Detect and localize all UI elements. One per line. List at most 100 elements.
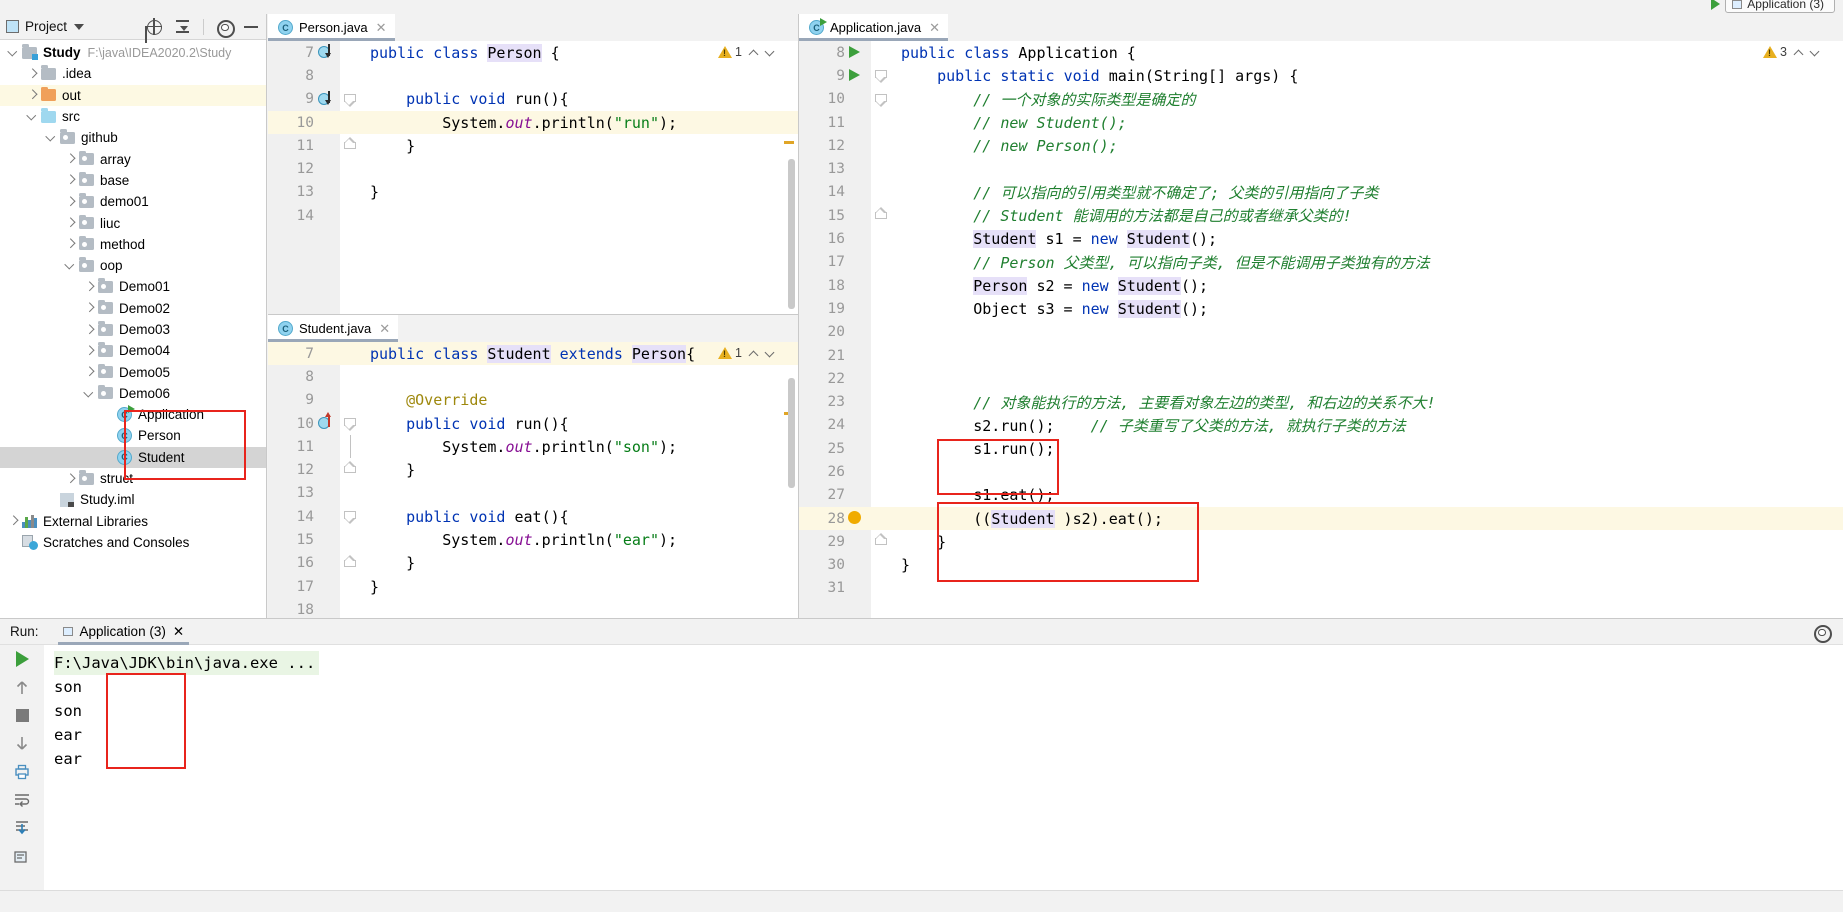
- gutter-marker[interactable]: [314, 482, 340, 505]
- warning-badge[interactable]: 3: [1763, 45, 1787, 59]
- stop-icon[interactable]: [15, 709, 29, 722]
- gutter-marker[interactable]: [314, 181, 340, 204]
- locate-icon[interactable]: [145, 18, 162, 35]
- gutter-marker[interactable]: [845, 88, 871, 111]
- chevron-right-icon[interactable]: [65, 240, 74, 249]
- tree-item-study-iml[interactable]: Study.iml: [0, 489, 266, 510]
- chevron-down-icon[interactable]: [8, 48, 17, 57]
- gutter-marker[interactable]: [845, 390, 871, 413]
- fold-marker[interactable]: [340, 41, 362, 64]
- tree-item-liuc[interactable]: liuc: [0, 212, 266, 233]
- code-line[interactable]: 9 public void run(){: [268, 88, 798, 111]
- gutter-marker[interactable]: [845, 181, 871, 204]
- gutter-marker[interactable]: [314, 505, 340, 528]
- code-line[interactable]: 21: [799, 344, 1843, 367]
- run-gutter-icon[interactable]: [849, 69, 860, 82]
- warning-badge[interactable]: 1: [718, 45, 742, 59]
- code-line[interactable]: 10 // 一个对象的实际类型是确定的: [799, 88, 1843, 111]
- chevron-down-icon[interactable]: [65, 261, 74, 270]
- gutter-marker[interactable]: [314, 134, 340, 157]
- fold-marker[interactable]: [340, 181, 362, 204]
- fold-marker[interactable]: [871, 460, 893, 483]
- gutter-marker[interactable]: [845, 554, 871, 577]
- code-line[interactable]: 29 }: [799, 530, 1843, 553]
- gutter-marker[interactable]: [314, 41, 340, 64]
- fold-marker[interactable]: [871, 111, 893, 134]
- fold-marker[interactable]: [871, 88, 893, 111]
- run-console[interactable]: F:\Java\JDK\bin\java.exe ... son son ear ear…: [44, 645, 1843, 912]
- chevron-right-icon[interactable]: [65, 176, 74, 185]
- fold-end-icon[interactable]: [344, 461, 356, 474]
- fold-marker[interactable]: [871, 577, 893, 600]
- tree-item-oop[interactable]: oop: [0, 255, 266, 276]
- tree-item-array[interactable]: array: [0, 148, 266, 169]
- run-gutter-icon[interactable]: [849, 46, 860, 58]
- code-line[interactable]: 18 Person s2 = new Student();: [799, 274, 1843, 297]
- chevron-right-icon[interactable]: [84, 282, 93, 291]
- chevron-right-icon[interactable]: [84, 304, 93, 313]
- tree-item-student[interactable]: C Student: [0, 446, 266, 468]
- gutter-marker[interactable]: [314, 88, 340, 111]
- code-lines-person[interactable]: 7 public class Person {8 9 public void run…: [268, 41, 798, 227]
- fold-marker[interactable]: [871, 554, 893, 577]
- code-line[interactable]: 15 // Student 能调用的方法都是自己的或者继承父类的!: [799, 204, 1843, 227]
- chevron-down-icon[interactable]: [74, 23, 85, 30]
- tree-item-github[interactable]: github: [0, 127, 266, 148]
- run-arrow-icon[interactable]: [1711, 0, 1721, 10]
- collapse-all-icon[interactable]: [174, 18, 191, 35]
- fold-marker[interactable]: [871, 227, 893, 250]
- fold-end-icon[interactable]: [344, 554, 356, 567]
- chevron-right-icon[interactable]: [8, 517, 17, 526]
- gutter-marker[interactable]: [314, 342, 340, 365]
- fold-open-icon[interactable]: [875, 93, 887, 107]
- gutter-marker[interactable]: [845, 134, 871, 157]
- gutter-marker[interactable]: [845, 484, 871, 507]
- fold-marker[interactable]: [871, 484, 893, 507]
- gutter-marker[interactable]: [845, 321, 871, 344]
- intention-bulb-icon[interactable]: [848, 510, 861, 524]
- fold-marker[interactable]: [871, 344, 893, 367]
- gutter-marker[interactable]: [845, 41, 871, 64]
- hide-icon[interactable]: [244, 25, 258, 28]
- chevron-right-icon[interactable]: [65, 155, 74, 164]
- tree-item-scratches-and-consoles[interactable]: Scratches and Consoles: [0, 532, 266, 553]
- chevron-down-icon[interactable]: [84, 389, 93, 398]
- fold-open-icon[interactable]: [875, 70, 887, 84]
- fold-marker[interactable]: [871, 297, 893, 320]
- prev-problem-icon[interactable]: [1794, 48, 1803, 57]
- fold-marker[interactable]: [871, 41, 893, 64]
- gutter-marker[interactable]: [314, 458, 340, 481]
- wrap-text-icon[interactable]: [13, 793, 31, 807]
- editor-scrollbar-person[interactable]: [788, 159, 795, 309]
- tree-item-demo05[interactable]: Demo05: [0, 361, 266, 382]
- fold-marker[interactable]: [340, 482, 362, 505]
- fold-marker[interactable]: [340, 575, 362, 598]
- gutter-marker[interactable]: [314, 157, 340, 180]
- fold-marker[interactable]: [340, 111, 362, 134]
- project-tree[interactable]: Study F:\java\IDEA2020.2\Study .idea out src…: [0, 40, 266, 553]
- gear-icon[interactable]: [1813, 624, 1832, 643]
- clear-all-icon[interactable]: [13, 849, 31, 865]
- close-icon[interactable]: ✕: [379, 321, 390, 337]
- fold-marker[interactable]: [871, 157, 893, 180]
- gutter-marker[interactable]: [314, 204, 340, 227]
- code-line[interactable]: 18: [268, 598, 798, 618]
- code-line[interactable]: 28 ((Student )s2).eat();: [799, 506, 1843, 531]
- print-icon[interactable]: [13, 764, 31, 780]
- tree-item--idea[interactable]: .idea: [0, 63, 266, 84]
- gutter-marker[interactable]: [314, 111, 340, 134]
- fold-marker[interactable]: [340, 365, 362, 388]
- tree-item-base[interactable]: base: [0, 170, 266, 191]
- fold-marker[interactable]: [340, 342, 362, 365]
- fold-marker[interactable]: [871, 204, 893, 227]
- code-line[interactable]: 11 }: [268, 134, 798, 157]
- chevron-right-icon[interactable]: [27, 69, 36, 78]
- code-line[interactable]: 17}: [268, 575, 798, 598]
- code-line[interactable]: 10 System.out.println("run");: [268, 110, 798, 135]
- tree-item-demo04[interactable]: Demo04: [0, 340, 266, 361]
- tree-item-demo01[interactable]: demo01: [0, 191, 266, 212]
- fold-marker[interactable]: [340, 157, 362, 180]
- code-line[interactable]: 14 public void eat(){: [268, 505, 798, 528]
- chevron-right-icon[interactable]: [65, 474, 74, 483]
- code-line[interactable]: 23 // 对象能执行的方法, 主要看对象左边的类型, 和右边的关系不大!: [799, 390, 1843, 413]
